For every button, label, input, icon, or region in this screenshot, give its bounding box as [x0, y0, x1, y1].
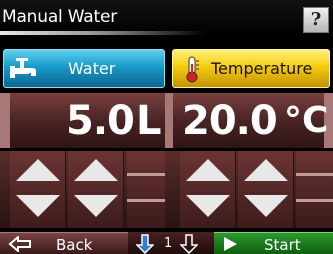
water-unit: L [136, 98, 162, 144]
up-down-arrow-icon [244, 159, 288, 217]
page-control: 1 [130, 232, 212, 254]
thermometer-icon [186, 56, 199, 82]
page-down-outline-icon[interactable] [180, 234, 198, 254]
up-down-arrow-icon [186, 159, 230, 217]
page-number: 1 [164, 236, 173, 251]
temperature-header[interactable]: Temperature [172, 49, 330, 88]
title-bar: Manual Water ? [0, 0, 333, 36]
help-button[interactable]: ? [303, 7, 329, 33]
water-integer-stepper[interactable] [10, 151, 66, 228]
temperature-value: 20.0 [182, 98, 278, 144]
temperature-label: Temperature [211, 59, 313, 78]
title-underline [0, 31, 205, 35]
up-down-arrow-icon [16, 159, 60, 217]
temperature-integer-stepper[interactable] [180, 151, 236, 228]
temperature-unit: °C [284, 100, 329, 141]
back-arrow-icon [8, 236, 31, 252]
up-down-arrow-icon [74, 159, 118, 217]
water-value: 5.0 [66, 98, 135, 144]
separator [165, 93, 173, 148]
back-label: Back [56, 236, 93, 254]
faucet-icon [10, 57, 36, 78]
water-decimal-stepper[interactable] [68, 151, 124, 228]
temperature-unit-stepper[interactable] [296, 151, 333, 228]
start-label: Start [264, 236, 301, 254]
water-header[interactable]: Water [3, 49, 165, 88]
start-button[interactable]: Start [214, 232, 333, 254]
page-down-icon[interactable] [136, 234, 154, 254]
temperature-decimal-stepper[interactable] [238, 151, 294, 228]
play-icon [224, 237, 237, 251]
separator [0, 93, 10, 148]
back-button[interactable]: Back [0, 232, 128, 254]
page-title: Manual Water [2, 7, 118, 27]
water-label: Water [68, 59, 116, 78]
water-unit-stepper[interactable] [127, 151, 165, 228]
